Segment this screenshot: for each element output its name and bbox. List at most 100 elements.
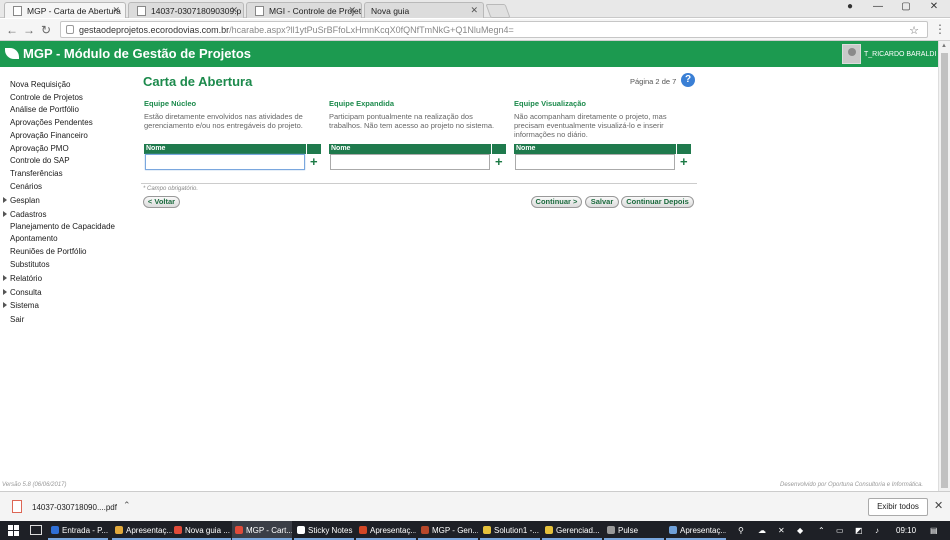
sidebar-item-gesplan[interactable]: Gesplan (3, 196, 40, 205)
close-window-icon[interactable]: ✕ (920, 1, 948, 12)
chevron-up-icon[interactable]: ⌃ (123, 500, 131, 511)
vertical-scrollbar[interactable]: ▲ (938, 41, 950, 491)
help-icon[interactable]: ? (681, 73, 695, 87)
volume-icon[interactable]: ♪ (875, 526, 879, 535)
show-all-downloads-button[interactable]: Exibir todos (868, 498, 928, 516)
sidebar-item-aprovacoes-pendentes[interactable]: Aprovações Pendentes (10, 118, 93, 127)
page-icon (255, 6, 264, 16)
app-icon (607, 526, 615, 534)
sidebar-item-consulta[interactable]: Consulta (3, 288, 42, 297)
taskbar-item-label: Apresentaç... (126, 526, 172, 535)
team-nucleo-name-input[interactable] (145, 154, 305, 170)
sidebar-item-cenarios[interactable]: Cenários (10, 182, 42, 191)
close-icon[interactable]: ✕ (470, 5, 478, 16)
sidebar-item-controle-de-projetos[interactable]: Controle de Projetos (10, 93, 83, 102)
back-button[interactable]: < Voltar (143, 196, 180, 208)
taskbar-item-label: MGP - Cart... (246, 526, 292, 535)
bookmark-star-icon[interactable]: ☆ (909, 24, 919, 37)
cloud-icon[interactable]: ☁ (758, 526, 766, 535)
taskbar-item-label: Pulse (618, 526, 639, 535)
taskbar-item[interactable]: Nova guia ... (171, 521, 231, 540)
taskbar-item[interactable]: Gerenciad... (542, 521, 602, 540)
new-tab-button[interactable] (485, 4, 511, 18)
download-filename[interactable]: 14037-030718090....pdf (32, 503, 117, 512)
sidebar-item-sair[interactable]: Sair (10, 315, 24, 324)
windows-start-icon[interactable] (8, 525, 19, 536)
clock[interactable]: 09:10 (896, 526, 916, 535)
dropbox-icon[interactable]: ◆ (797, 526, 803, 535)
sidebar-item-nova-requisicao[interactable]: Nova Requisição (10, 80, 70, 89)
people-icon[interactable]: ⚲ (738, 526, 744, 535)
notification-chevron-icon[interactable]: ⌃ (818, 526, 825, 535)
leaf-logo-icon (5, 48, 19, 59)
taskbar-item-label: Apresentaç... (370, 526, 416, 535)
team-visualizacao-name-input[interactable] (515, 154, 675, 170)
sidebar-item-aprovacao-pmo[interactable]: Aprovação PMO (10, 144, 69, 153)
sidebar-item-reunioes-de-portfolio[interactable]: Reuniões de Portfólio (10, 247, 87, 256)
sidebar-item-relatorio[interactable]: Relatório (3, 274, 42, 283)
sidebar-item-label: Sistema (10, 301, 39, 311)
team-section-visualizacao: Equipe Visualização Não acompanham diret… (514, 99, 694, 170)
scrollbar-thumb[interactable] (941, 53, 948, 488)
browser-tab-mgp-carta[interactable]: MGP - Carta de Abertura ✕ (4, 2, 126, 18)
close-icon[interactable]: ✕ (348, 5, 356, 16)
taskbar-item[interactable]: Sticky Notes (294, 521, 354, 540)
browser-tab-mgi[interactable]: MGI - Controle de Projet ✕ (246, 2, 362, 18)
taskbar-item[interactable]: MGP - Gen... (418, 521, 478, 540)
add-icon[interactable]: + (310, 154, 318, 169)
close-icon[interactable]: ✕ (934, 499, 943, 512)
minimize-icon[interactable]: — (864, 1, 892, 12)
username[interactable]: T_RICARDO BARALDI (864, 51, 936, 58)
maximize-icon[interactable]: ▢ (892, 1, 920, 12)
sidebar-item-label: Planejamento de Capacidade (10, 221, 115, 231)
sidebar-item-analise-de-portfolio[interactable]: Análise de Portfólio (10, 105, 79, 114)
sidebar-item-cadastros[interactable]: Cadastros (3, 210, 46, 219)
sidebar-item-substitutos[interactable]: Substitutos (10, 260, 50, 269)
pdf-file-icon[interactable] (12, 500, 22, 513)
taskbar-item[interactable]: Apresentaç... (356, 521, 416, 540)
task-view-icon[interactable] (30, 525, 42, 535)
sidebar-item-label: Aprovação Financeiro (10, 130, 88, 140)
scroll-up-icon[interactable]: ▲ (941, 43, 947, 49)
close-icon[interactable]: ✕ (230, 5, 238, 16)
column-header-nome: Nome (329, 144, 491, 154)
browser-tab-nova-guia[interactable]: Nova guia ✕ (364, 2, 484, 18)
sidebar-item-sistema[interactable]: Sistema (3, 301, 39, 311)
close-icon[interactable]: ✕ (112, 5, 120, 16)
network-icon[interactable]: ◩ (855, 526, 863, 535)
app-icon (51, 526, 59, 534)
app-icon (115, 526, 123, 534)
taskbar-item[interactable]: Apresentaç... (112, 521, 172, 540)
taskbar-item[interactable]: Pulse (604, 521, 664, 540)
forward-arrow-icon[interactable]: → (21, 23, 37, 37)
continue-later-button[interactable]: Continuar Depois (621, 196, 694, 208)
tool-icon[interactable]: ✕ (778, 526, 785, 535)
sidebar-item-apontamento[interactable]: Apontamento (10, 234, 58, 243)
add-icon[interactable]: + (680, 154, 688, 169)
browser-menu-icon[interactable]: ⋮ (934, 22, 946, 36)
taskbar-item-label: Nova guia ... (185, 526, 230, 535)
app-title: MGP - Módulo de Gestão de Projetos (23, 46, 252, 61)
add-icon[interactable]: + (495, 154, 503, 169)
save-button[interactable]: Salvar (585, 196, 619, 208)
profile-icon[interactable]: ● (836, 1, 864, 12)
taskbar-item[interactable]: MGP - Cart... (232, 521, 292, 540)
taskbar-item[interactable]: Apresentaç... (666, 521, 726, 540)
notifications-icon[interactable]: ▤ (930, 526, 938, 535)
back-arrow-icon[interactable]: ← (4, 23, 20, 37)
column-header-action (677, 144, 691, 154)
url-field[interactable]: gestaodeprojetos.ecorodovias.com.br/hcar… (60, 21, 928, 38)
continue-button[interactable]: Continuar > (531, 196, 582, 208)
avatar[interactable] (842, 44, 861, 64)
browser-tab-pdf[interactable]: 14037-030718090309.p ✕ (128, 2, 244, 18)
team-expandida-name-input[interactable] (330, 154, 490, 170)
taskbar-item[interactable]: Solution1 -... (480, 521, 540, 540)
sidebar-item-planejamento-de-capacidade[interactable]: Planejamento de Capacidade (10, 222, 115, 231)
reload-icon[interactable]: ↻ (38, 23, 54, 37)
sidebar-item-transferencias[interactable]: Transferências (10, 169, 63, 178)
taskbar-item[interactable]: Entrada - P... (48, 521, 108, 540)
team-title: Equipe Visualização (514, 99, 586, 108)
sidebar-item-controle-do-sap[interactable]: Controle do SAP (10, 156, 70, 165)
battery-icon[interactable]: ▭ (836, 526, 844, 535)
sidebar-item-aprovacao-financeiro[interactable]: Aprovação Financeiro (10, 131, 88, 140)
